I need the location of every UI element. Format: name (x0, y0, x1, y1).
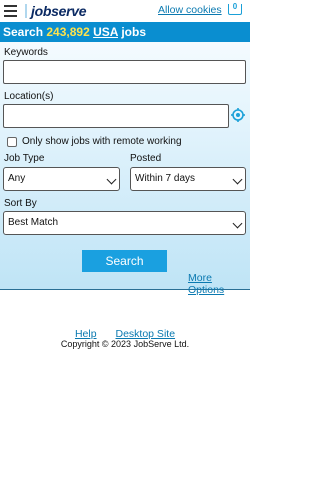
cart-count: 0 (232, 2, 238, 11)
chevron-down-icon (106, 174, 117, 185)
remote-working-label[interactable]: Only show jobs with remote working (22, 136, 182, 147)
posted-value: Within 7 days (135, 173, 196, 184)
search-prefix: Search (3, 25, 44, 39)
search-count-bar: Search 243,892 USA jobs (0, 22, 250, 42)
chevron-down-icon (232, 174, 243, 185)
keywords-label: Keywords (4, 47, 48, 58)
location-target-icon[interactable] (231, 108, 245, 122)
search-count-heading: Search 243,892 USA jobs (3, 25, 146, 39)
location-input[interactable] (3, 104, 229, 128)
cart-icon[interactable]: 0 (226, 2, 244, 18)
logo-divider (25, 4, 27, 18)
job-type-label: Job Type (4, 153, 45, 164)
search-button[interactable]: Search (82, 250, 167, 272)
top-header: jobserve Allow cookies 0 (0, 0, 250, 22)
job-type-select[interactable]: Any (3, 167, 120, 191)
posted-label: Posted (130, 153, 162, 164)
copyright: Copyright © 2023 JobServe Ltd. (60, 339, 190, 349)
location-label: Location(s) (4, 91, 54, 102)
job-type-value: Any (8, 173, 26, 184)
search-suffix: jobs (121, 25, 147, 39)
posted-select[interactable]: Within 7 days (130, 167, 246, 191)
more-options-link[interactable]: More Options (188, 272, 250, 296)
sort-by-select[interactable]: Best Match (3, 211, 246, 235)
job-count: 243,892 (46, 25, 90, 39)
country-link[interactable]: USA (93, 25, 118, 39)
logo[interactable]: jobserve (25, 3, 86, 19)
hamburger-menu-icon[interactable] (4, 5, 17, 17)
sort-by-value: Best Match (8, 217, 59, 228)
keywords-input[interactable] (3, 60, 246, 84)
sort-by-label: Sort By (4, 198, 37, 209)
search-form: Keywords Location(s) Only show jobs with… (0, 42, 250, 296)
chevron-down-icon (232, 218, 243, 229)
logo-text: jobserve (31, 3, 87, 19)
remote-working-checkbox[interactable] (7, 137, 17, 147)
allow-cookies-link[interactable]: Allow cookies (158, 4, 222, 16)
